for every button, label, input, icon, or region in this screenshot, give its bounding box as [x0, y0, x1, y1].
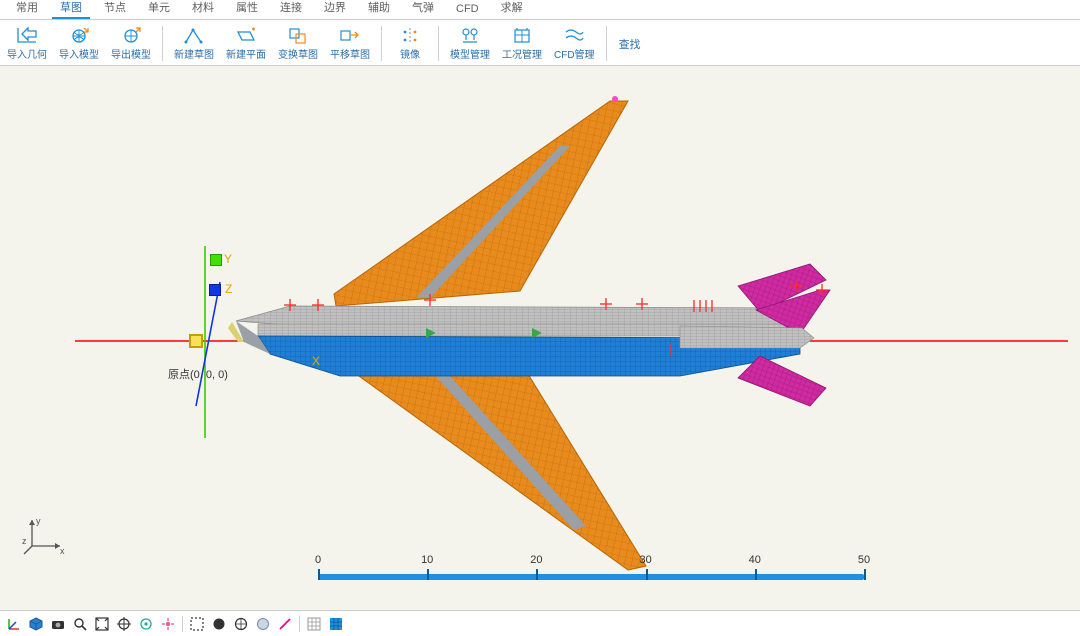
tab-boundary[interactable]: 边界	[316, 0, 354, 19]
ribbon: 导入几何 导入模型 导出模型 新建草图 新建平面 变换草图 平移草图	[0, 20, 1080, 66]
new-sketch-icon	[183, 26, 205, 46]
new-plane-icon	[235, 26, 257, 46]
ribbon-import-geometry[interactable]: 导入几何	[4, 24, 50, 63]
ribbon-separator	[438, 26, 439, 61]
loadcase-manage-icon	[511, 26, 533, 46]
scale-ruler: 0 10 20 30 40 50	[318, 560, 864, 586]
shade-trans-icon[interactable]	[253, 614, 273, 634]
ribbon-label: 新建平面	[226, 46, 266, 61]
axis-z-handle[interactable]	[209, 284, 221, 296]
shade-solid-icon[interactable]	[209, 614, 229, 634]
tab-solve[interactable]: 求解	[493, 0, 531, 19]
iso-cube-icon[interactable]	[26, 614, 46, 634]
bottom-toolbar	[0, 610, 1080, 636]
import-geometry-icon	[16, 26, 38, 46]
ribbon-new-sketch[interactable]: 新建草图	[171, 24, 217, 63]
zoom-icon[interactable]	[70, 614, 90, 634]
ribbon-label: 平移草图	[330, 46, 370, 61]
ribbon-label: 工况管理	[502, 46, 542, 61]
axes-toggle-icon[interactable]	[4, 614, 24, 634]
axis-y-label: Y	[224, 252, 232, 266]
tab-connect[interactable]: 连接	[272, 0, 310, 19]
ribbon-label: 新建草图	[174, 46, 214, 61]
svg-text:x: x	[60, 546, 65, 556]
ribbon-cfd-manage[interactable]: CFD管理	[551, 24, 598, 63]
tab-nodes[interactable]: 节点	[96, 0, 134, 19]
svg-text:y: y	[36, 516, 41, 526]
select-rect-icon[interactable]	[187, 614, 207, 634]
viewport-3d[interactable]: Y Z X 原点(0, 0, 0) x y z 0 10 20 30 40 50	[0, 66, 1080, 610]
ribbon-label: 导入几何	[7, 46, 47, 61]
ribbon-translate-sketch[interactable]: 平移草图	[327, 24, 373, 63]
ribbon-label: 镜像	[400, 46, 420, 61]
import-model-icon	[68, 26, 90, 46]
ribbon-separator	[381, 26, 382, 61]
ribbon-label: 模型管理	[450, 46, 490, 61]
axis-z-label: Z	[225, 282, 232, 296]
grid-small-icon[interactable]	[304, 614, 324, 634]
svg-text:z: z	[22, 536, 27, 546]
ribbon-export-model[interactable]: 导出模型	[108, 24, 154, 63]
toolbar-separator	[182, 616, 183, 632]
shade-wire-icon[interactable]	[231, 614, 251, 634]
ribbon-model-manage[interactable]: 模型管理	[447, 24, 493, 63]
locate-icon[interactable]	[158, 614, 178, 634]
tab-aeroel[interactable]: 气弹	[404, 0, 442, 19]
origin-label: 原点(0, 0, 0)	[168, 366, 228, 382]
tab-common[interactable]: 常用	[8, 0, 46, 19]
ribbon-loadcase-manage[interactable]: 工况管理	[499, 24, 545, 63]
center-icon[interactable]	[136, 614, 156, 634]
tab-assist[interactable]: 辅助	[360, 0, 398, 19]
tab-elements[interactable]: 单元	[140, 0, 178, 19]
view-triad: x y z	[22, 514, 66, 556]
ribbon-transform-sketch[interactable]: 变换草图	[275, 24, 321, 63]
ribbon-separator	[606, 26, 607, 61]
line-icon[interactable]	[275, 614, 295, 634]
menu-tabs: 常用 草图 节点 单元 材料 属性 连接 边界 辅助 气弹 CFD 求解	[0, 0, 1080, 20]
ribbon-import-model[interactable]: 导入模型	[56, 24, 102, 63]
ribbon-search[interactable]: 查找	[615, 24, 649, 63]
target-icon[interactable]	[114, 614, 134, 634]
camera-icon[interactable]	[48, 614, 68, 634]
axis-x-label: X	[312, 354, 320, 368]
ribbon-label: CFD管理	[554, 46, 595, 61]
origin-handle[interactable]	[189, 334, 203, 348]
tab-cfd[interactable]: CFD	[448, 1, 487, 19]
ribbon-label: 变换草图	[278, 46, 318, 61]
mirror-icon	[399, 26, 421, 46]
ribbon-mirror[interactable]: 镜像	[390, 24, 430, 63]
model-manage-icon	[459, 26, 481, 46]
ribbon-label: 导入模型	[59, 46, 99, 61]
fit-icon[interactable]	[92, 614, 112, 634]
tab-material[interactable]: 材料	[184, 0, 222, 19]
translate-sketch-icon	[339, 26, 361, 46]
ribbon-label: 导出模型	[111, 46, 151, 61]
tab-property[interactable]: 属性	[228, 0, 266, 19]
axis-y-handle[interactable]	[210, 254, 222, 266]
tab-sketch[interactable]: 草图	[52, 0, 90, 19]
transform-sketch-icon	[287, 26, 309, 46]
cfd-manage-icon	[563, 26, 585, 46]
ribbon-separator	[162, 26, 163, 61]
model-canvas	[0, 66, 1080, 610]
grid-blue-icon[interactable]	[326, 614, 346, 634]
ribbon-new-plane[interactable]: 新建平面	[223, 24, 269, 63]
export-model-icon	[120, 26, 142, 46]
toolbar-separator	[299, 616, 300, 632]
